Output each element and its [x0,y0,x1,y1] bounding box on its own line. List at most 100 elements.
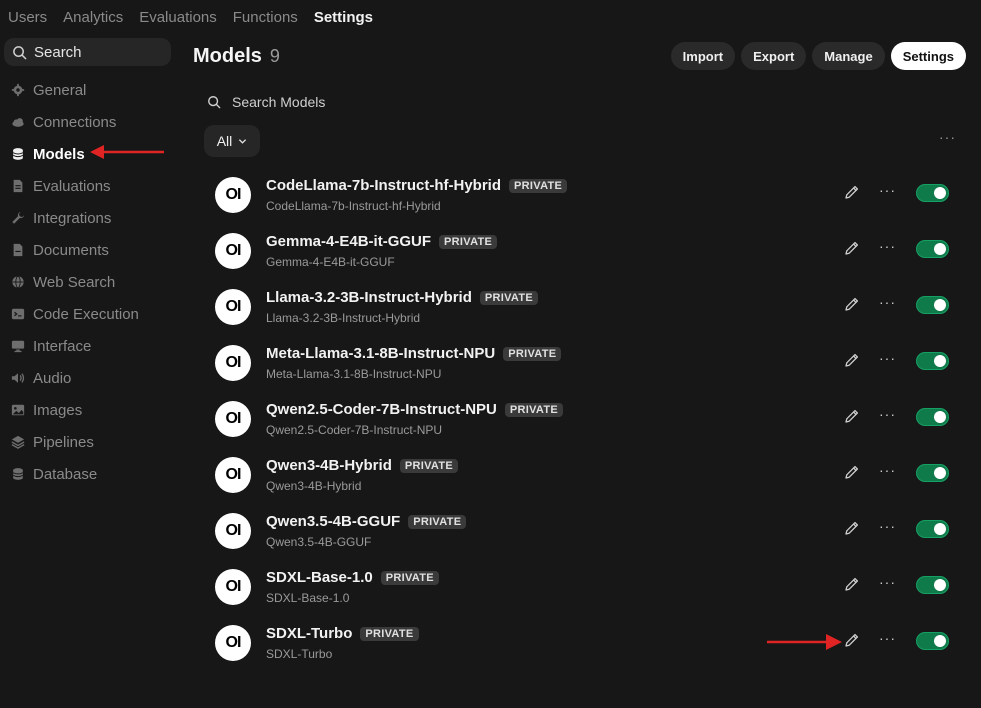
import-button[interactable]: Import [670,42,736,70]
model-row[interactable]: OI SDXL-Base-1.0 PRIVATE SDXL-Base-1.0 ·… [215,560,957,616]
model-row[interactable]: OI SDXL-Turbo PRIVATE SDXL-Turbo ··· [215,616,957,672]
filter-label: All [216,133,233,149]
search-models-placeholder: Search Models [232,94,326,110]
topnav-settings[interactable]: Settings [314,9,373,26]
sidebar-item-label: Audio [33,369,72,387]
topnav-functions[interactable]: Functions [233,9,298,26]
sidebar-item-label: General [33,81,87,99]
sidebar-item-images[interactable]: Images [0,394,176,426]
pencil-icon[interactable] [844,296,860,312]
model-row[interactable]: OI Qwen3-4B-Hybrid PRIVATE Qwen3-4B-Hybr… [215,448,957,504]
settings-sidebar: Search General Connections Models Evalua… [0,38,176,490]
model-enabled-toggle[interactable] [916,352,949,370]
more-options-icon[interactable]: ··· [879,182,896,198]
pencil-icon[interactable] [844,408,860,424]
model-name[interactable]: Gemma-4-E4B-it-GGUF [266,233,431,250]
model-name[interactable]: CodeLlama-7b-Instruct-hf-Hybrid [266,177,501,194]
sidebar-item-label: Pipelines [33,433,94,451]
filter-dropdown[interactable]: All [204,125,260,157]
manage-button[interactable]: Manage [812,42,885,70]
model-enabled-toggle[interactable] [916,464,949,482]
model-row[interactable]: OI Meta-Llama-3.1-8B-Instruct-NPU PRIVAT… [215,336,957,392]
model-row[interactable]: OI Qwen3.5-4B-GGUF PRIVATE Qwen3.5-4B-GG… [215,504,957,560]
private-badge: PRIVATE [360,626,419,641]
chevron-down-icon [239,138,247,144]
model-name[interactable]: SDXL-Base-1.0 [266,569,373,586]
model-name[interactable]: Llama-3.2-3B-Instruct-Hybrid [266,289,472,306]
model-name[interactable]: Meta-Llama-3.1-8B-Instruct-NPU [266,345,495,362]
more-options-icon[interactable]: ··· [879,294,896,310]
sidebar-item-label: Integrations [33,209,112,227]
model-row[interactable]: OI Llama-3.2-3B-Instruct-Hybrid PRIVATE … [215,280,957,336]
speaker-icon [10,371,25,386]
model-enabled-toggle[interactable] [916,632,949,650]
sidebar-item-general[interactable]: General [0,74,176,106]
sidebar-item-label: Models [33,145,85,163]
document-icon [10,179,25,194]
model-row[interactable]: OI Gemma-4-E4B-it-GGUF PRIVATE Gemma-4-E… [215,224,957,280]
more-options-icon[interactable]: ··· [879,462,896,478]
more-options-icon[interactable]: ··· [939,129,956,145]
model-enabled-toggle[interactable] [916,408,949,426]
pencil-icon[interactable] [844,520,860,536]
model-name[interactable]: SDXL-Turbo [266,625,352,642]
annotation-arrow-models [90,145,164,159]
topnav-evaluations[interactable]: Evaluations [139,9,217,26]
topnav-users[interactable]: Users [8,9,47,26]
pencil-icon[interactable] [844,184,860,200]
model-logo: OI [215,177,251,213]
sidebar-item-label: Database [33,465,98,483]
wrench-icon [10,211,25,226]
model-enabled-toggle[interactable] [916,520,949,538]
pencil-icon[interactable] [844,464,860,480]
model-id: Llama-3.2-3B-Instruct-Hybrid [266,311,421,325]
sidebar-item-label: Connections [33,113,117,131]
sidebar-item-integrations[interactable]: Integrations [0,202,176,234]
model-name[interactable]: Qwen3.5-4B-GGUF [266,513,400,530]
database-icon [10,147,25,162]
model-id: CodeLlama-7b-Instruct-hf-Hybrid [266,199,441,213]
model-enabled-toggle[interactable] [916,576,949,594]
more-options-icon[interactable]: ··· [879,630,896,646]
model-row[interactable]: OI CodeLlama-7b-Instruct-hf-Hybrid PRIVA… [215,168,957,224]
sidebar-item-web-search[interactable]: Web Search [0,266,176,298]
sidebar-item-database[interactable]: Database [0,458,176,490]
model-enabled-toggle[interactable] [916,240,949,258]
more-options-icon[interactable]: ··· [879,518,896,534]
pencil-icon[interactable] [844,240,860,256]
filter-row: All ··· [204,125,968,157]
pencil-icon[interactable] [844,352,860,368]
sidebar-item-audio[interactable]: Audio [0,362,176,394]
more-options-icon[interactable]: ··· [879,238,896,254]
pencil-icon[interactable] [844,632,860,648]
page-title: Models [193,44,262,67]
sidebar-item-pipelines[interactable]: Pipelines [0,426,176,458]
more-options-icon[interactable]: ··· [879,406,896,422]
sidebar-search-label: Search [34,43,82,61]
model-row[interactable]: OI Qwen2.5-Coder-7B-Instruct-NPU PRIVATE… [215,392,957,448]
private-badge: PRIVATE [399,458,459,473]
topnav-analytics[interactable]: Analytics [63,9,123,26]
sidebar-item-connections[interactable]: Connections [0,106,176,138]
search-icon [13,45,27,59]
layers-icon [10,435,25,450]
model-name[interactable]: Qwen2.5-Coder-7B-Instruct-NPU [266,401,497,418]
sidebar-item-documents[interactable]: Documents [0,234,176,266]
export-button[interactable]: Export [741,42,807,70]
model-title-line: Qwen3-4B-Hybrid PRIVATE [266,457,459,474]
model-enabled-toggle[interactable] [916,184,949,202]
settings-button[interactable]: Settings [890,42,966,70]
model-title-line: Gemma-4-E4B-it-GGUF PRIVATE [266,233,498,250]
pencil-icon[interactable] [844,576,860,592]
model-enabled-toggle[interactable] [916,296,949,314]
search-models-input[interactable]: Search Models [207,94,325,110]
more-options-icon[interactable]: ··· [879,350,896,366]
sidebar-item-interface[interactable]: Interface [0,330,176,362]
header-actions: Import Export Manage Settings [670,42,966,70]
sidebar-item-evaluations[interactable]: Evaluations [0,170,176,202]
sidebar-item-code-execution[interactable]: Code Execution [0,298,176,330]
private-badge: PRIVATE [479,290,539,305]
model-name[interactable]: Qwen3-4B-Hybrid [266,457,392,474]
sidebar-search[interactable]: Search [4,38,171,66]
more-options-icon[interactable]: ··· [879,574,896,590]
